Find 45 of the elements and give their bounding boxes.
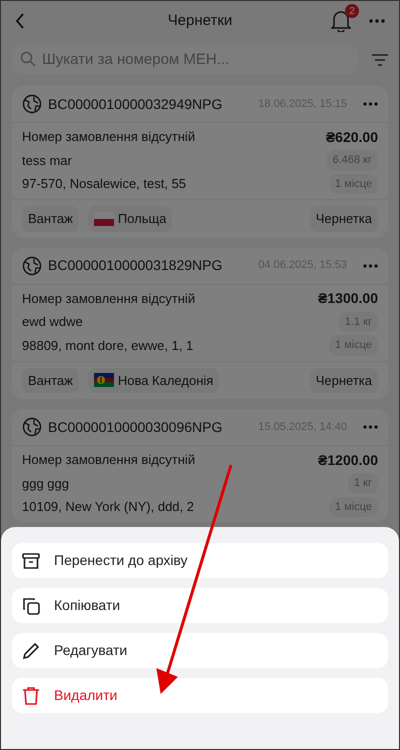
type-tag: Вантаж xyxy=(22,368,79,393)
copy-icon xyxy=(22,596,40,614)
price: ₴1300.00 xyxy=(318,289,378,308)
shipment-number: BC0000010000032949NPG xyxy=(48,94,222,114)
country-name: Нова Каледонія xyxy=(118,372,214,390)
country-name: Польща xyxy=(118,210,166,228)
search-icon xyxy=(20,51,36,67)
type-tag: Вантаж xyxy=(22,206,79,232)
recipient-name: tess mar xyxy=(22,152,72,170)
price: ₴1200.00 xyxy=(318,450,378,470)
flag-icon xyxy=(94,373,114,388)
action-button[interactable]: Редагувати xyxy=(12,633,388,668)
delete-button[interactable]: Видалити xyxy=(12,678,388,713)
action-button[interactable]: Перенести до архіву xyxy=(12,543,388,578)
more-icon[interactable] xyxy=(363,425,378,429)
address: 98809, mont dore, ewwe, 1, 1 xyxy=(22,336,194,354)
back-icon[interactable] xyxy=(15,13,25,29)
notification-badge: 2 xyxy=(345,4,359,18)
status-tag: Чернетка xyxy=(310,206,378,232)
globe-icon xyxy=(22,256,42,276)
bell-icon[interactable] xyxy=(331,10,351,32)
order-status: Номер замовлення відсутній xyxy=(22,451,196,470)
recipient-name: ggg ggg xyxy=(22,474,69,493)
order-status: Номер замовлення відсутній xyxy=(22,128,196,146)
filter-icon[interactable] xyxy=(372,52,388,66)
more-icon[interactable] xyxy=(363,102,378,106)
order-status: Номер замовлення відсутній xyxy=(22,290,196,308)
search-field[interactable]: Шукати за номером МЕН... xyxy=(12,45,358,74)
shipment-number: BC0000010000031829NPG xyxy=(48,256,222,275)
more-icon[interactable] xyxy=(369,19,385,23)
address: 97-570, Nosalewice, test, 55 xyxy=(22,175,186,193)
flag-icon xyxy=(94,212,114,226)
more-icon[interactable] xyxy=(363,264,378,268)
trash-icon xyxy=(22,686,40,704)
status-tag: Чернетка xyxy=(310,368,378,393)
action-button[interactable]: Копіювати xyxy=(12,588,388,623)
archive-icon xyxy=(22,552,40,570)
pencil-icon xyxy=(22,642,40,660)
shipment-number: BC0000010000030096NPG xyxy=(48,418,222,436)
screen-title: Чернетки xyxy=(168,10,232,31)
price: ₴620.00 xyxy=(326,128,378,146)
address: 10109, New York (NY), ddd, 2 xyxy=(22,498,194,516)
globe-icon xyxy=(22,94,42,114)
recipient-name: ewd wdwe xyxy=(22,313,83,331)
globe-icon xyxy=(22,417,42,437)
